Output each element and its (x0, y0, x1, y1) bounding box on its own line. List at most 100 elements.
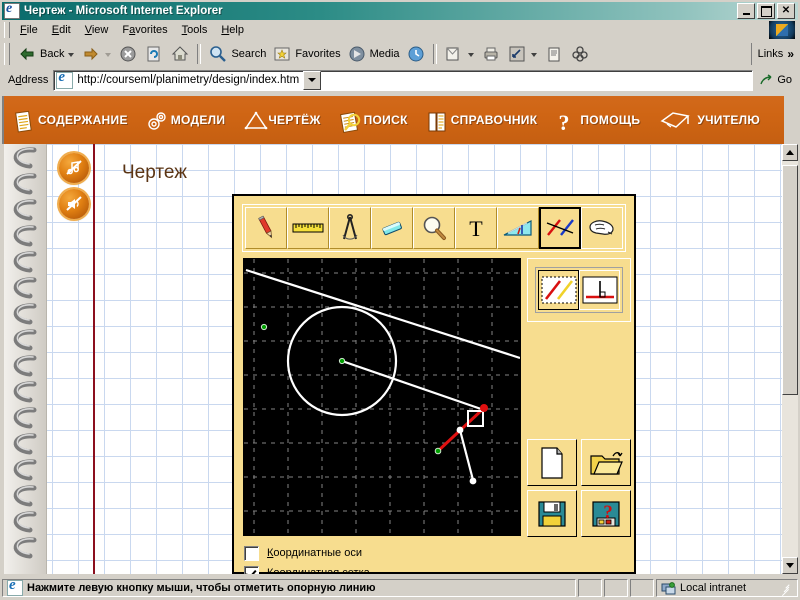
music-note-muted-icon (66, 160, 82, 175)
checkbox-coordinate-axes[interactable] (244, 545, 259, 561)
favorites-label: Favorites (295, 48, 341, 60)
mail-button[interactable] (441, 42, 478, 66)
nav-item-reference[interactable]: СПРАВОЧНИК (417, 110, 547, 132)
address-label: Address (8, 74, 49, 86)
back-button[interactable]: Back (14, 42, 78, 66)
maximize-button[interactable] (757, 3, 775, 19)
sub-tool-panel (527, 258, 631, 322)
notebook-margin-line (93, 144, 95, 574)
nav-item-search[interactable]: ПОИСК (330, 110, 417, 134)
menu-item-favorites[interactable]: Favorites (115, 22, 174, 38)
mail-icon (444, 44, 464, 64)
messenger-flower-icon (570, 44, 590, 64)
discuss-button[interactable] (541, 42, 567, 66)
compass-icon (342, 213, 358, 240)
tool-text[interactable]: T (455, 207, 497, 249)
tool-magnifier[interactable] (413, 207, 455, 249)
option-row-grid[interactable]: Координатная сетка (244, 564, 624, 574)
sound-toggle-button[interactable] (59, 189, 89, 219)
links-overflow-icon[interactable]: » (787, 47, 794, 61)
tool-eraser[interactable] (371, 207, 413, 249)
status-bar: Нажмите левую кнопку мыши, чтобы отметит… (2, 578, 798, 598)
menu-item-tools[interactable]: Tools (175, 22, 215, 38)
print-button[interactable] (478, 42, 504, 66)
messenger-button[interactable] (567, 42, 593, 66)
forward-button[interactable] (78, 42, 115, 66)
window-controls: ✕ (737, 3, 798, 19)
menu-item-view[interactable]: View (78, 22, 116, 38)
browser-window: Чертеж - Microsoft Internet Explorer ✕ F… (0, 0, 800, 600)
save-as-button[interactable]: ? (581, 490, 631, 537)
resize-grip[interactable] (779, 581, 793, 596)
history-button[interactable] (403, 42, 429, 66)
forward-dropdown-icon[interactable] (105, 53, 112, 57)
tool-compass[interactable] (329, 207, 371, 249)
menu-item-file[interactable]: File (13, 22, 45, 38)
subtool-perpendicular-line[interactable] (579, 270, 620, 310)
scrollbar-thumb[interactable] (782, 165, 798, 395)
tool-parallel-lines[interactable] (539, 207, 581, 249)
scroll-down-button[interactable] (782, 557, 798, 574)
new-document-icon (541, 446, 563, 479)
status-zone-cell[interactable]: Local intranet (656, 579, 798, 597)
search-button[interactable]: Search (205, 42, 269, 66)
subtool-parallel-line[interactable] (538, 270, 579, 310)
status-spacer-1 (578, 579, 602, 597)
window-title: Чертеж - Microsoft Internet Explorer (24, 5, 223, 17)
vertical-scrollbar[interactable] (782, 144, 798, 574)
media-icon (347, 44, 367, 64)
back-dropdown-icon[interactable] (68, 53, 75, 57)
stop-button[interactable] (115, 42, 141, 66)
edit-button[interactable] (504, 42, 541, 66)
nav-label: ЧЕРТЁЖ (268, 113, 321, 127)
mail-dropdown-icon[interactable] (467, 53, 474, 57)
pencil-icon (258, 215, 273, 239)
save-button[interactable] (527, 490, 577, 537)
links-bar[interactable]: Links » (750, 43, 798, 65)
option-row-axes[interactable]: Координатные оси (244, 544, 624, 562)
scroll-up-button[interactable] (782, 144, 798, 161)
eraser-icon (382, 221, 402, 236)
go-arrow-icon (759, 73, 774, 88)
media-button[interactable]: Media (344, 42, 403, 66)
nav-item-help[interactable]: ? ПОМОЩЬ (546, 110, 649, 134)
drawing-application-panel: T ? Координатные оси Координатная сетка (232, 194, 636, 574)
nav-item-teacher[interactable]: УЧИТЕЛЮ (649, 110, 769, 130)
open-file-button[interactable] (581, 439, 631, 486)
checkbox-coordinate-grid[interactable] (244, 565, 259, 574)
go-button[interactable]: Go (753, 73, 798, 88)
text-icon: T (469, 216, 483, 241)
nav-item-models[interactable]: МОДЕЛИ (137, 110, 235, 130)
nav-item-contents[interactable]: СОДЕРЖАНИЕ (4, 110, 137, 133)
media-label: Media (369, 48, 400, 60)
tool-hand[interactable] (581, 207, 623, 249)
minimize-button[interactable] (737, 3, 755, 19)
speaker-muted-icon (66, 196, 82, 211)
ie-app-icon (4, 3, 20, 19)
nav-item-drawing[interactable]: ЧЕРТЁЖ (234, 110, 329, 130)
menu-grip[interactable] (4, 22, 10, 38)
status-zone-label: Local intranet (680, 582, 747, 594)
canvas-surface[interactable] (244, 259, 521, 535)
music-toggle-button[interactable] (59, 153, 89, 183)
tool-ruler[interactable] (287, 207, 329, 249)
home-button[interactable] (167, 42, 193, 66)
tool-set-square[interactable] (497, 207, 539, 249)
drawing-toolbar: T (242, 204, 626, 252)
edit-dropdown-icon[interactable] (530, 53, 537, 57)
tool-pencil[interactable] (245, 207, 287, 249)
file-actions: ? (527, 439, 631, 537)
shape-point-white-1 (456, 426, 464, 434)
menu-item-help[interactable]: Help (214, 22, 251, 38)
refresh-button[interactable] (141, 42, 167, 66)
address-input[interactable]: http://courseml/planimetry/design/index.… (53, 69, 754, 91)
open-folder-icon (590, 451, 623, 475)
new-document-button[interactable] (527, 439, 577, 486)
toolbar-grip[interactable] (4, 43, 10, 65)
close-button[interactable]: ✕ (777, 3, 795, 19)
search-label: Search (231, 48, 267, 60)
address-dropdown-button[interactable] (303, 70, 322, 90)
menu-item-edit[interactable]: Edit (45, 22, 78, 38)
favorites-button[interactable]: Favorites (269, 42, 343, 66)
drawing-canvas[interactable] (243, 258, 521, 536)
